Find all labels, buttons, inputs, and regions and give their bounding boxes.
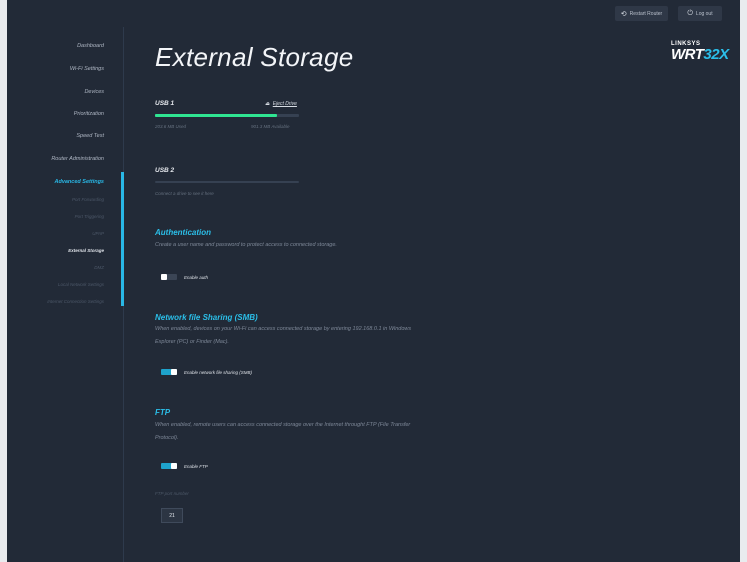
smb-heading: Network file Sharing (SMB) — [155, 313, 258, 322]
restart-icon: ⟲ — [620, 10, 627, 18]
logout-button[interactable]: ⏻ Log out — [678, 6, 722, 21]
enable-ftp-toggle[interactable] — [161, 463, 177, 469]
restart-router-label: Restart Router — [629, 10, 663, 17]
logo-model-suffix: 32X — [703, 46, 729, 63]
enable-smb-toggle[interactable] — [161, 369, 177, 375]
ftp-description: When enabled, remote users can access co… — [155, 422, 411, 441]
sidebar-item-speed-test[interactable]: Speed Test — [76, 133, 104, 139]
enable-ftp-label: Enable FTP — [184, 464, 208, 469]
eject-drive-link[interactable]: ⏏ Eject Drive — [265, 101, 297, 107]
toggle-knob — [161, 274, 167, 280]
usb2-empty-message: Connect a drive to see it here — [155, 191, 214, 196]
linksys-logo: LINKSYS WRT32X — [671, 41, 729, 63]
app-window: ⟲ Restart Router ⏻ Log out LINKSYS WRT32… — [7, 0, 740, 562]
logout-label: Log out — [695, 10, 713, 17]
usb2-usage-bar — [155, 181, 299, 183]
sidebar-subitem-upnp[interactable]: UPnP — [92, 231, 104, 236]
logo-model-prefix: WRT — [671, 46, 704, 63]
eject-icon: ⏏ — [265, 101, 270, 107]
sidebar-item-router-administration[interactable]: Router Administration — [51, 156, 104, 162]
usb1-usage-fill — [155, 114, 278, 117]
sidebar-subitem-local-network-settings[interactable]: Local Network Settings — [58, 282, 104, 287]
usb1-used-text: 203.6 MB Used — [155, 124, 187, 129]
toggle-knob — [171, 463, 177, 469]
ftp-port-input[interactable] — [161, 508, 183, 523]
enable-smb-label: Enable network file sharing (SMB) — [184, 370, 253, 375]
sidebar-subitem-port-triggering[interactable]: Port Triggering — [75, 214, 104, 219]
enable-auth-toggle[interactable] — [161, 274, 177, 280]
sidebar-subitem-port-forwarding[interactable]: Port Forwarding — [72, 197, 104, 202]
usb1-usage-bar — [155, 114, 299, 117]
enable-auth-label: Enable auth — [184, 275, 209, 280]
eject-drive-label: Eject Drive — [272, 101, 297, 107]
sidebar-item-advanced-settings[interactable]: Advanced Settings — [54, 179, 104, 185]
toggle-knob — [171, 369, 177, 375]
power-icon: ⏻ — [687, 9, 693, 17]
ftp-heading: FTP — [155, 408, 171, 417]
authentication-heading: Authentication — [155, 228, 211, 237]
sidebar-item-dashboard[interactable]: Dashboard — [77, 43, 104, 49]
sidebar-subitem-external-storage[interactable]: External Storage — [68, 248, 104, 253]
sidebar-subitem-dmz[interactable]: DMZ — [94, 265, 104, 270]
restart-router-button[interactable]: ⟲ Restart Router — [615, 6, 668, 21]
usb2-label: USB 2 — [155, 167, 175, 174]
authentication-description: Create a user name and password to prote… — [155, 242, 337, 248]
sidebar-item-wifi-settings[interactable]: Wi-Fi Settings — [70, 66, 104, 72]
sidebar-active-indicator — [121, 172, 124, 306]
ftp-port-label: FTP port number — [155, 491, 189, 496]
sidebar-item-prioritization[interactable]: Prioritization — [74, 111, 104, 117]
sidebar-subitem-internet-connection-settings[interactable]: Internet Connection Settings — [47, 299, 104, 304]
sidebar-item-devices[interactable]: Devices — [84, 89, 104, 95]
usb1-available-text: 901.3 MB Available — [251, 124, 290, 129]
page-title: External Storage — [155, 42, 354, 72]
logo-model: WRT32X — [671, 46, 729, 63]
usb1-label: USB 1 — [155, 100, 175, 107]
smb-description: When enabled, devices on your Wi-Fi can … — [155, 326, 412, 345]
